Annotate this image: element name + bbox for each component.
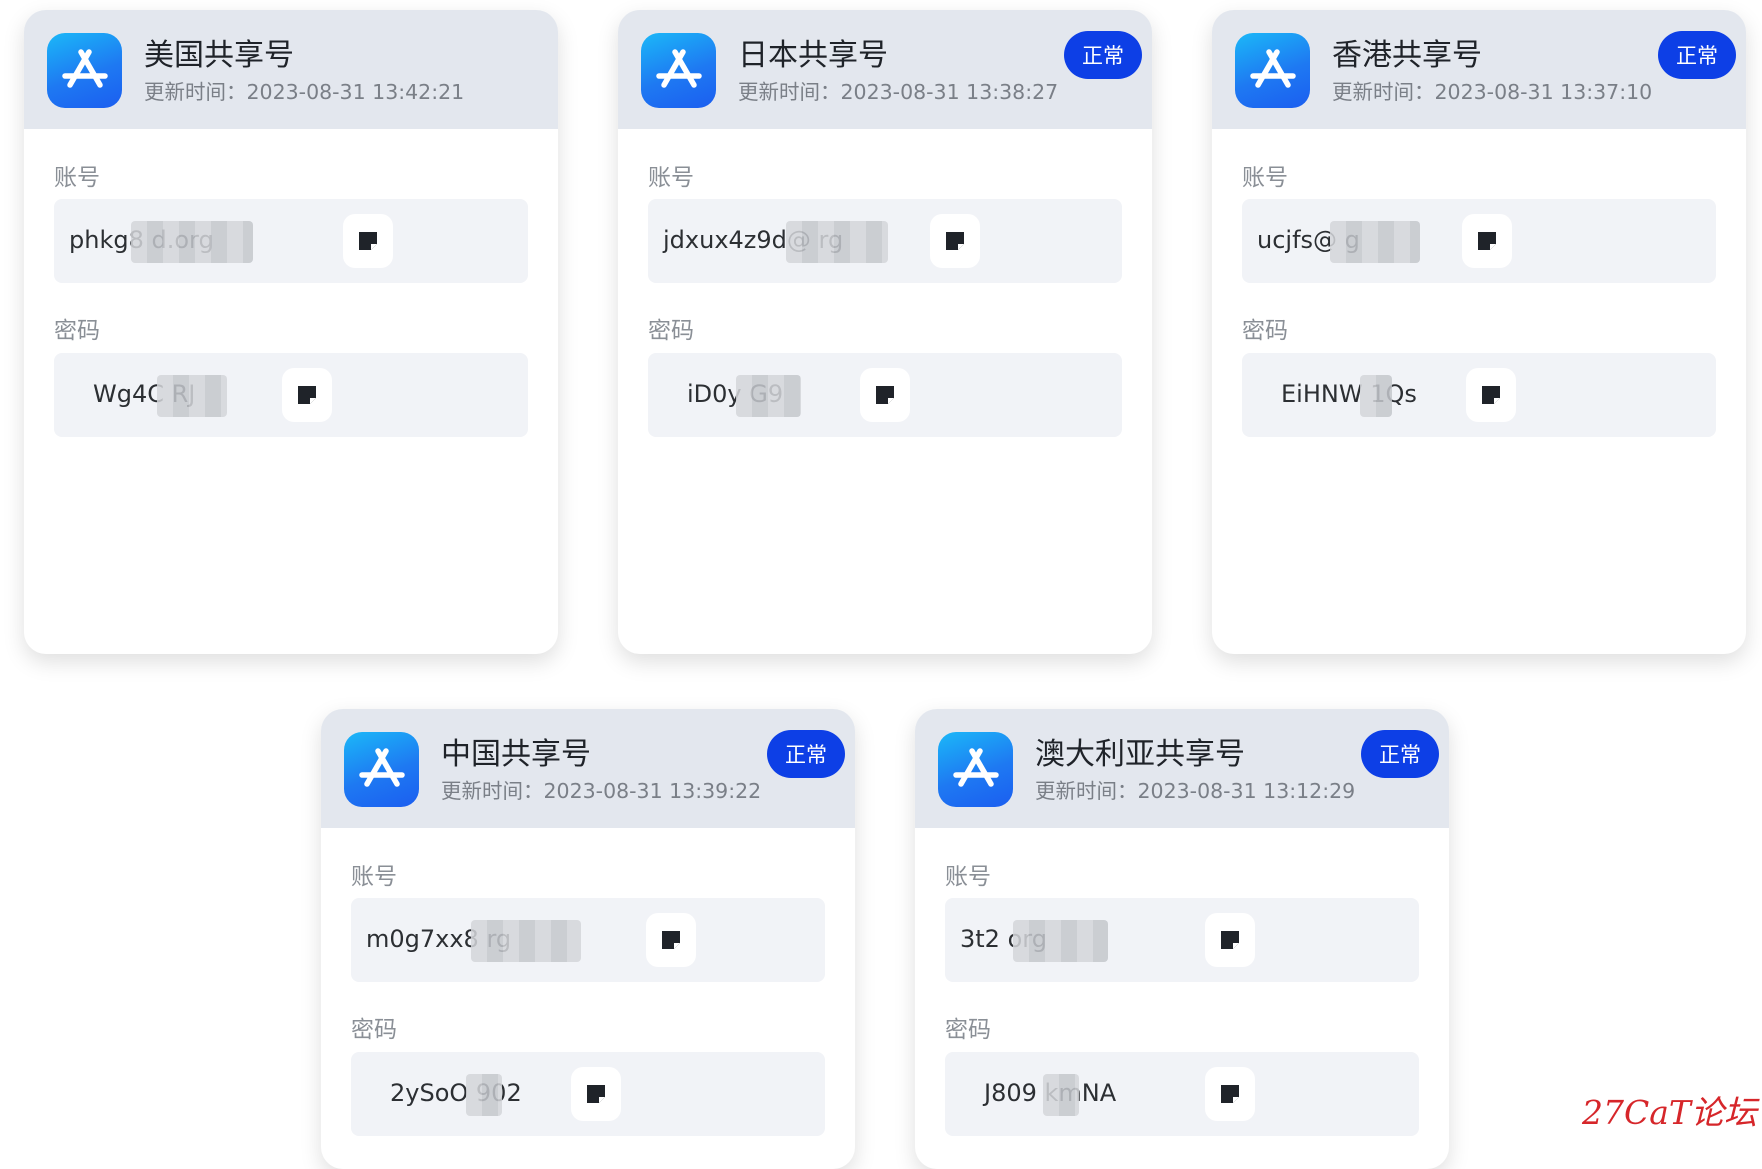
copy-note-icon: [1221, 1085, 1239, 1103]
account-card-jp: 日本共享号 更新时间：2023-08-31 13:38:27 正常 账号 jdx…: [618, 10, 1152, 654]
password-field: J809 kmNA: [945, 1052, 1419, 1136]
copy-note-icon: [662, 931, 680, 949]
copy-password-button[interactable]: [1466, 368, 1516, 422]
blur-mask: [131, 221, 253, 263]
app-store-icon: [938, 732, 1013, 807]
copy-note-icon: [1482, 386, 1500, 404]
card-title: 澳大利亚共享号: [1035, 737, 1245, 772]
copy-note-icon: [946, 232, 964, 250]
copy-password-button[interactable]: [860, 368, 910, 422]
copy-password-button[interactable]: [282, 368, 332, 422]
card-header: 中国共享号 更新时间：2023-08-31 13:39:22 正常: [321, 709, 855, 828]
blur-mask: [1360, 375, 1392, 417]
password-label: 密码: [648, 318, 694, 344]
password-label: 密码: [945, 1017, 991, 1043]
copy-account-button[interactable]: [930, 214, 980, 268]
account-label: 账号: [351, 864, 397, 890]
card-title: 日本共享号: [738, 38, 888, 73]
blur-mask: [1043, 1074, 1079, 1116]
password-field: EiHNW 1Qs: [1242, 353, 1716, 437]
copy-account-button[interactable]: [646, 913, 696, 967]
status-badge: 正常: [1361, 730, 1439, 778]
card-title: 香港共享号: [1332, 38, 1482, 73]
copy-account-button[interactable]: [1205, 913, 1255, 967]
password-label: 密码: [1242, 318, 1288, 344]
blur-mask: [736, 375, 801, 417]
copy-password-button[interactable]: [1205, 1067, 1255, 1121]
copy-password-button[interactable]: [571, 1067, 621, 1121]
account-field: jdxux4z9d@ rg: [648, 199, 1122, 283]
password-field: 2ySoO 902: [351, 1052, 825, 1136]
app-store-icon: [641, 33, 716, 108]
password-label: 密码: [54, 318, 100, 344]
account-label: 账号: [1242, 165, 1288, 191]
copy-note-icon: [1478, 232, 1496, 250]
status-badge: 正常: [767, 730, 845, 778]
password-field: Wg4C RJ: [54, 353, 528, 437]
account-card-hk: 香港共享号 更新时间：2023-08-31 13:37:10 正常 账号 ucj…: [1212, 10, 1746, 654]
update-time: 更新时间：2023-08-31 13:39:22: [441, 779, 762, 803]
card-title: 美国共享号: [144, 38, 294, 73]
blur-mask: [471, 920, 581, 962]
account-card-cn: 中国共享号 更新时间：2023-08-31 13:39:22 正常 账号 m0g…: [321, 709, 855, 1169]
password-field: iD0y G9: [648, 353, 1122, 437]
account-label: 账号: [648, 165, 694, 191]
account-field: m0g7xx8 rg: [351, 898, 825, 982]
copy-note-icon: [876, 386, 894, 404]
watermark: 27CaT论坛: [1582, 1093, 1757, 1132]
account-card-us: 美国共享号 更新时间：2023-08-31 13:42:21 账号 phkg8 …: [24, 10, 558, 654]
update-time: 更新时间：2023-08-31 13:42:21: [144, 80, 465, 104]
card-header: 澳大利亚共享号 更新时间：2023-08-31 13:12:29 正常: [915, 709, 1449, 828]
blur-mask: [786, 221, 888, 263]
password-label: 密码: [351, 1017, 397, 1043]
card-title: 中国共享号: [441, 737, 591, 772]
blur-mask: [1330, 221, 1420, 263]
copy-note-icon: [298, 386, 316, 404]
blur-mask: [1013, 920, 1108, 962]
app-store-icon: [1235, 33, 1310, 108]
update-time: 更新时间：2023-08-31 13:38:27: [738, 80, 1059, 104]
copy-note-icon: [1221, 931, 1239, 949]
card-header: 香港共享号 更新时间：2023-08-31 13:37:10 正常: [1212, 10, 1746, 129]
password-value: EiHNW 1Qs: [1281, 380, 1417, 408]
blur-mask: [466, 1074, 502, 1116]
app-store-icon: [344, 732, 419, 807]
status-badge: 正常: [1064, 31, 1142, 79]
update-time: 更新时间：2023-08-31 13:12:29: [1035, 779, 1356, 803]
app-store-icon: [47, 33, 122, 108]
card-header: 美国共享号 更新时间：2023-08-31 13:42:21: [24, 10, 558, 129]
blur-mask: [157, 375, 227, 417]
copy-account-button[interactable]: [343, 214, 393, 268]
account-field: 3t2 org: [945, 898, 1419, 982]
account-card-au: 澳大利亚共享号 更新时间：2023-08-31 13:12:29 正常 账号 3…: [915, 709, 1449, 1169]
account-label: 账号: [945, 864, 991, 890]
account-field: phkg8 d.org: [54, 199, 528, 283]
copy-note-icon: [359, 232, 377, 250]
card-header: 日本共享号 更新时间：2023-08-31 13:38:27 正常: [618, 10, 1152, 129]
copy-account-button[interactable]: [1462, 214, 1512, 268]
copy-note-icon: [587, 1085, 605, 1103]
account-field: ucjfs@ g: [1242, 199, 1716, 283]
account-label: 账号: [54, 165, 100, 191]
status-badge: 正常: [1658, 31, 1736, 79]
update-time: 更新时间：2023-08-31 13:37:10: [1332, 80, 1653, 104]
